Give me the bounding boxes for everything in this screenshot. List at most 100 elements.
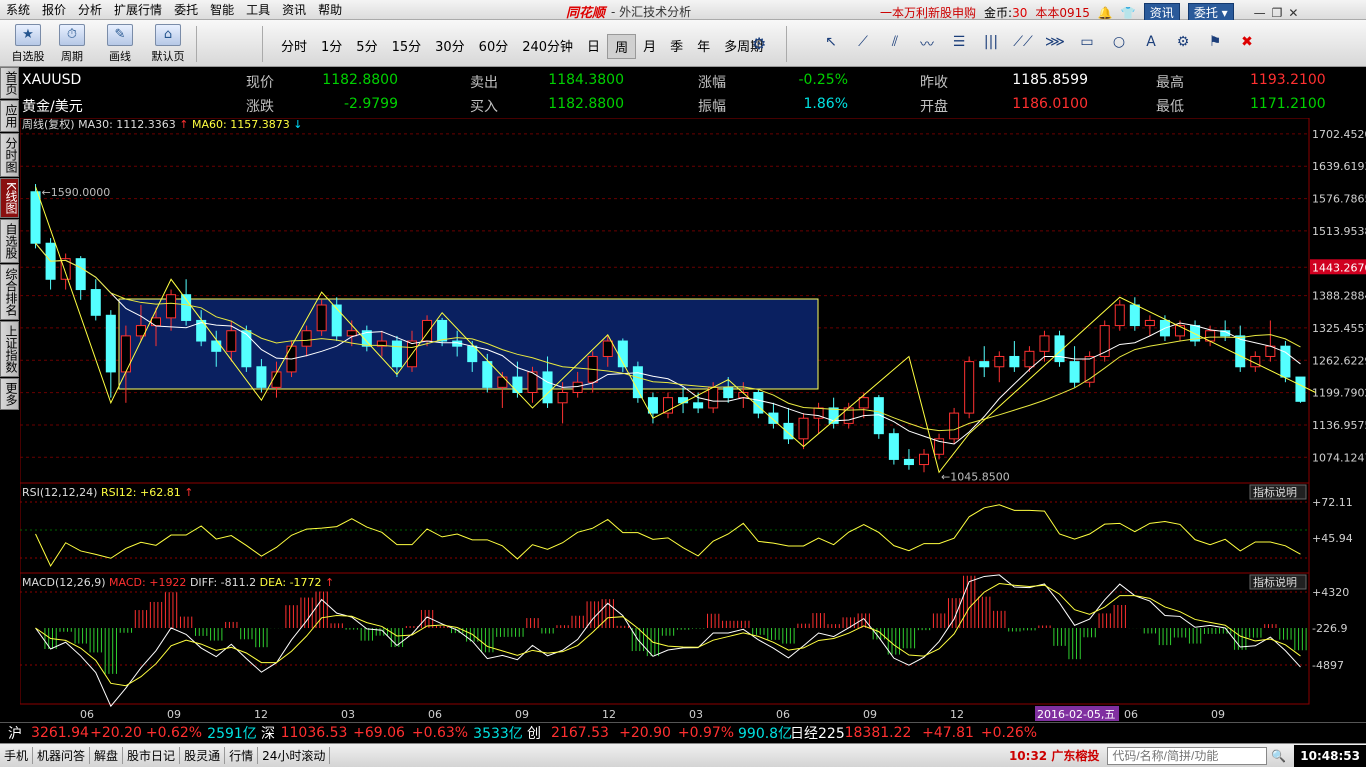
- ipo-link[interactable]: 一本万利新股申购: [880, 4, 976, 21]
- left-tab-0[interactable]: 首页: [0, 67, 19, 99]
- status-item-11: 2167.53: [551, 725, 609, 741]
- menu-item-7[interactable]: 资讯: [276, 1, 312, 18]
- kline-chart[interactable]: 1702.4520 1639.6193 1576.7865 1513.9538 1443…: [19, 117, 1366, 724]
- left-tab-3[interactable]: K线图: [0, 178, 19, 218]
- menu-item-3[interactable]: 扩展行情: [108, 1, 168, 18]
- period-tab-8[interactable]: 周: [607, 34, 637, 59]
- rect-icon[interactable]: ▭: [1076, 34, 1098, 54]
- left-tab-1[interactable]: 应用: [0, 100, 19, 132]
- menu-item-1[interactable]: 报价: [36, 1, 72, 18]
- bottom-tab-3[interactable]: 股市日记: [123, 747, 181, 764]
- left-tab-6[interactable]: 上证指数: [0, 320, 19, 377]
- period-tab-0[interactable]: 分时: [274, 34, 314, 59]
- default-page-button[interactable]: ⌂ 默认页: [146, 24, 190, 64]
- chart-svg[interactable]: 1702.4520 1639.6193 1576.7865 1513.9538 1443…: [19, 117, 1366, 724]
- down-arrow-icon: ↓: [290, 118, 303, 131]
- parallel-icon[interactable]: ⫽: [884, 34, 906, 54]
- bottom-tab-4[interactable]: 股灵通: [180, 747, 226, 764]
- candle-body: [1039, 335, 1050, 352]
- settings-gear-icon[interactable]: ⚙: [752, 34, 766, 53]
- period-button[interactable]: ⏱ 周期: [50, 24, 94, 64]
- macd-value: MACD: +1922: [109, 576, 190, 589]
- x-axis-label: 09: [515, 708, 529, 721]
- search-input[interactable]: [1107, 746, 1268, 765]
- period-tab-9[interactable]: 月: [636, 34, 663, 59]
- search-icon[interactable]: 🔍: [1271, 749, 1286, 763]
- channel-icon[interactable]: ⟋⟋: [1012, 34, 1034, 54]
- price-tick-label: 1443.2670: [1312, 261, 1366, 274]
- menu-item-5[interactable]: 智能: [204, 1, 240, 18]
- cursor-icon[interactable]: ↖: [820, 34, 842, 54]
- menu-item-0[interactable]: 系统: [0, 1, 36, 18]
- minimize-icon[interactable]: —: [1254, 6, 1266, 20]
- bottom-tab-0[interactable]: 手机: [0, 747, 34, 764]
- close-icon[interactable]: ✕: [1288, 6, 1298, 20]
- candle-body: [542, 371, 553, 404]
- circle-icon[interactable]: ○: [1108, 34, 1130, 54]
- wave-icon[interactable]: 〰: [916, 34, 938, 54]
- quote-value-2-0: -2.9799: [343, 96, 398, 112]
- period-tab-1[interactable]: 1分: [314, 34, 349, 59]
- bottom-tab-5[interactable]: 行情: [225, 747, 259, 764]
- menu-item-2[interactable]: 分析: [72, 1, 108, 18]
- candle-body: [105, 314, 116, 373]
- news-ticker[interactable]: 10:32 广东榕投: [1009, 747, 1107, 764]
- period-icon: ⏱: [59, 24, 85, 46]
- line-icon[interactable]: ⟋: [852, 34, 874, 54]
- status-item-9: 3533亿: [473, 726, 523, 742]
- up-arrow-icon: ↑: [181, 486, 194, 499]
- text-icon[interactable]: A: [1140, 34, 1162, 54]
- separator: [262, 26, 263, 62]
- bars-icon[interactable]: |||: [980, 34, 1002, 54]
- candle-body: [316, 304, 327, 332]
- favorites-button[interactable]: ★ 自选股: [6, 24, 50, 64]
- left-tab-2[interactable]: 分时图: [0, 133, 19, 177]
- left-tab-7[interactable]: 更多: [0, 377, 19, 410]
- toolbar-label: 画线: [109, 50, 131, 63]
- quote-value-1-4: 1193.2100: [1250, 72, 1326, 88]
- gann-icon[interactable]: ⋙: [1044, 34, 1066, 54]
- account-name[interactable]: 本本0915: [1035, 4, 1090, 21]
- left-tab-5[interactable]: 综合排名: [0, 263, 19, 320]
- delete-icon[interactable]: ✖: [1236, 34, 1258, 54]
- candle-body: [181, 294, 192, 321]
- restore-icon[interactable]: ❐: [1272, 6, 1283, 20]
- period-tab-6[interactable]: 240分钟: [515, 34, 580, 59]
- quote-value-1-0: 1182.8800: [322, 72, 398, 88]
- menu-item-8[interactable]: 帮助: [312, 1, 348, 18]
- menu-item-6[interactable]: 工具: [240, 1, 276, 18]
- price-tick-label: 1262.6229: [1312, 354, 1366, 367]
- period-tab-11[interactable]: 年: [690, 34, 717, 59]
- menu-item-4[interactable]: 委托: [168, 1, 204, 18]
- period-tab-3[interactable]: 15分: [385, 34, 429, 59]
- app-logo: 同花顺: [566, 6, 606, 21]
- period-tab-4[interactable]: 30分: [428, 34, 472, 59]
- separator: [196, 26, 197, 62]
- x-axis-label: 2016-02-05,五: [1037, 708, 1115, 721]
- period-tab-10[interactable]: 季: [663, 34, 690, 59]
- bottom-tab-1[interactable]: 机器问答: [33, 747, 91, 764]
- candle-body: [753, 392, 764, 414]
- left-tab-4[interactable]: 自选股: [0, 218, 19, 263]
- draw-button[interactable]: ✎ 画线: [98, 24, 142, 64]
- fib-icon[interactable]: ☰: [948, 34, 970, 54]
- period-tab-7[interactable]: 日: [580, 34, 607, 59]
- diff-line: [35, 574, 1301, 708]
- config-icon[interactable]: ⚙: [1172, 34, 1194, 54]
- candle-body: [1009, 355, 1020, 368]
- period-tab-5[interactable]: 60分: [472, 34, 516, 59]
- quote-value-2-1: 1182.8800: [548, 96, 624, 112]
- candle-body: [693, 402, 704, 409]
- menu-bar: 系统 报价 分析 扩展行情 委托 智能 工具 资讯 帮助 同花顺 - 外汇技术分析 一本万利新股申购金…: [0, 0, 1366, 22]
- shirt-icon[interactable]: 👕: [1121, 6, 1136, 20]
- period-tab-2[interactable]: 5分: [349, 34, 384, 59]
- bell-icon[interactable]: 🔔: [1098, 6, 1113, 20]
- pen-icon: ✎: [107, 24, 133, 46]
- separator: [786, 26, 787, 62]
- dea-line: [35, 583, 1301, 687]
- flag-icon[interactable]: ⚑: [1204, 34, 1226, 54]
- clock: 10:48:53: [1294, 744, 1366, 767]
- up-arrow-icon: ↑: [176, 118, 192, 131]
- bottom-tab-2[interactable]: 解盘: [90, 747, 124, 764]
- bottom-tab-6[interactable]: 24小时滚动: [258, 747, 331, 764]
